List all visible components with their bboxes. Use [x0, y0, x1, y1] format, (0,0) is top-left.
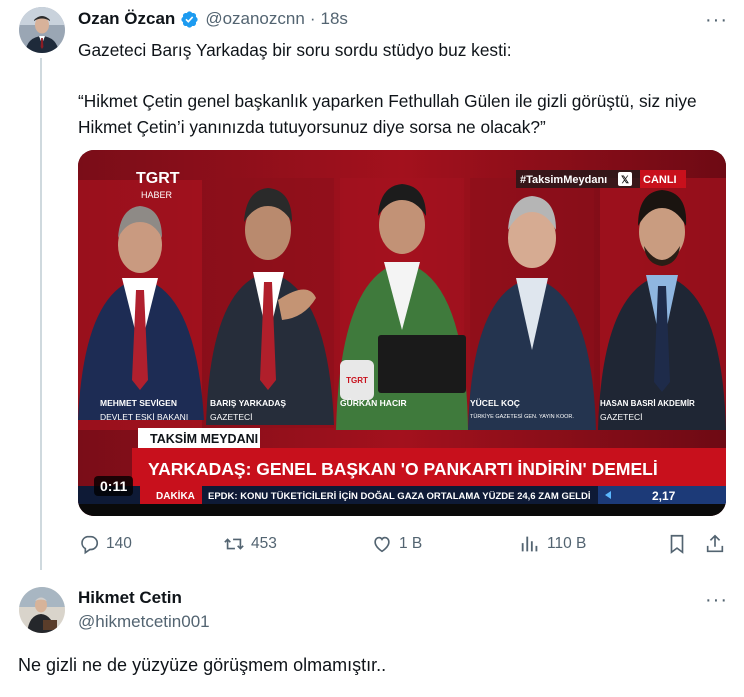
tweet-timestamp[interactable]: 18s	[320, 9, 347, 29]
panelist-name: BARIŞ YARKADAŞ	[210, 398, 286, 408]
action-bar: 140 453 1 B 110 B	[78, 530, 728, 558]
panelist-name: GÜRKAN HACIR	[340, 398, 407, 408]
reply-icon	[81, 535, 99, 555]
share-button[interactable]	[704, 530, 726, 558]
svg-text:𝕏: 𝕏	[621, 175, 629, 186]
views-button[interactable]: 110 B	[519, 530, 586, 558]
panelist-title: TÜRKİYE GAZETESİ GEN. YAYIN KOOR.	[470, 413, 574, 420]
ticker-value: 2,17	[652, 489, 676, 503]
like-button[interactable]: 1 B	[371, 530, 422, 558]
channel-logo: TGRT	[136, 170, 180, 187]
tweet-paragraph: Gazeteci Barış Yarkadaş bir soru sordu s…	[78, 40, 512, 60]
views-icon	[521, 536, 538, 552]
video-duration-badge: 0:11	[94, 476, 134, 496]
ticker-text: EPDK: KONU TÜKETİCİLERİ İÇİN DOĞAL GAZA …	[208, 490, 590, 502]
panelist-name: MEHMET SEVİGEN	[100, 398, 177, 408]
ticker-label: DAKİKA	[156, 489, 195, 502]
video-duration: 0:11	[100, 478, 128, 494]
more-icon[interactable]: ···	[705, 10, 728, 30]
hashtag-label: #TaksimMeydanı	[520, 174, 607, 186]
panelist-name: YÜCEL KOÇ	[470, 398, 520, 408]
bookmark-button[interactable]	[666, 530, 688, 558]
views-count: 110 B	[547, 535, 587, 552]
like-icon	[374, 536, 390, 553]
svg-text:TGRT: TGRT	[346, 376, 368, 385]
more-icon[interactable]: ···	[705, 590, 728, 610]
verified-badge-icon	[180, 10, 199, 29]
reply-author-name[interactable]: Hikmet Cetin	[78, 588, 182, 608]
tweet-text: Gazeteci Barış Yarkadaş bir soru sordu s…	[78, 37, 728, 165]
reply-author-avatar[interactable]	[19, 587, 65, 633]
video-player[interactable]: TGRT TGRT HABER #TaksimMeydanı 𝕏 CANLI M…	[78, 150, 726, 516]
author-name[interactable]: Ozan Özcan	[78, 9, 175, 29]
panelist-title: DEVLET ESKİ BAKANI	[100, 412, 188, 422]
panelist-title: GAZETECİ	[600, 412, 643, 422]
panelist-name: HASAN BASRİ AKDEMİR	[600, 399, 695, 408]
tweet-paragraph: “Hikmet Çetin genel başkanlık yaparken F…	[78, 91, 697, 137]
tweet-header: Ozan Özcan @ozanozcnn · 18s	[78, 8, 348, 30]
headline: YARKADAŞ: GENEL BAŞKAN 'O PANKARTI İNDİR…	[148, 459, 658, 479]
like-count: 1 B	[399, 535, 423, 552]
reply-button[interactable]: 140	[78, 530, 132, 558]
channel-sub: HABER	[141, 190, 173, 200]
author-avatar[interactable]	[19, 7, 65, 53]
separator-dot: ·	[309, 9, 316, 28]
author-handle[interactable]: @ozanozcnn	[205, 9, 305, 29]
repost-icon	[224, 538, 244, 550]
repost-count: 453	[251, 535, 277, 552]
reply-count: 140	[106, 535, 132, 552]
thread-connector-line	[40, 58, 42, 570]
share-icon	[706, 534, 724, 553]
live-label: CANLI	[643, 174, 677, 186]
panelist-title: GAZETECİ	[210, 412, 253, 422]
reply-text: Ne gizli ne de yüzyüze görüşmem olmamışt…	[18, 655, 387, 675]
bookmark-icon	[670, 534, 684, 554]
reply-author-handle[interactable]: @hikmetcetin001	[78, 612, 210, 632]
program-name: TAKSİM MEYDANI	[150, 431, 258, 446]
repost-button[interactable]: 453	[223, 530, 277, 558]
